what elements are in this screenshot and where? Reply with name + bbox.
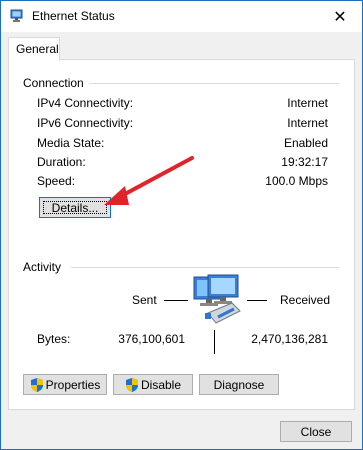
uac-shield-icon (30, 377, 43, 392)
bytes-label: Bytes: (37, 332, 71, 346)
media-state-value: Enabled (283, 136, 328, 150)
connection-divider (89, 83, 339, 84)
details-button[interactable]: Details... (39, 197, 111, 218)
ipv6-label: IPv6 Connectivity: (37, 116, 134, 130)
activity-divider (71, 267, 339, 268)
received-label: Received (280, 293, 331, 307)
diagnose-button[interactable]: Diagnose (199, 374, 279, 395)
bytes-received-value: 2,470,136,281 (251, 332, 328, 346)
connection-group-label: Connection (23, 76, 88, 90)
bytes-sent-value: 376,100,601 (118, 332, 185, 346)
bytes-separator (214, 330, 215, 354)
ethernet-status-window: Ethernet Status ✕ General Connection IPv… (0, 0, 363, 450)
close-button-label: Close (300, 424, 332, 439)
tab-general-label: General (16, 42, 59, 56)
sent-line (164, 300, 188, 301)
speed-label: Speed: (37, 174, 76, 188)
activity-group-label: Activity (23, 260, 66, 274)
received-line (247, 300, 267, 301)
window-title: Ethernet Status (32, 9, 115, 23)
disable-button-label: Disable (140, 377, 182, 392)
media-state-label: Media State: (37, 136, 105, 150)
network-adapter-icon (10, 9, 23, 22)
duration-value: 19:32:17 (281, 155, 328, 169)
properties-button[interactable]: Properties (23, 374, 107, 395)
disable-button[interactable]: Disable (113, 374, 193, 395)
ipv6-value: Internet (287, 116, 328, 130)
properties-button-label: Properties (45, 377, 101, 392)
diagnose-button-label: Diagnose (213, 377, 265, 392)
focus-rectangle (43, 201, 107, 214)
uac-shield-icon (125, 377, 138, 392)
sent-label: Sent (132, 293, 157, 307)
title-bar[interactable]: Ethernet Status ✕ (1, 1, 362, 32)
close-icon[interactable]: ✕ (318, 1, 362, 32)
speed-value: 100.0 Mbps (265, 174, 328, 188)
general-panel: Connection IPv4 Connectivity: Internet I… (8, 59, 355, 410)
ipv4-value: Internet (287, 96, 328, 110)
ipv4-label: IPv4 Connectivity: (37, 96, 134, 110)
duration-label: Duration: (37, 155, 86, 169)
tab-general[interactable]: General (8, 37, 60, 61)
network-computer-icon (193, 274, 241, 324)
close-button[interactable]: Close (280, 421, 352, 442)
